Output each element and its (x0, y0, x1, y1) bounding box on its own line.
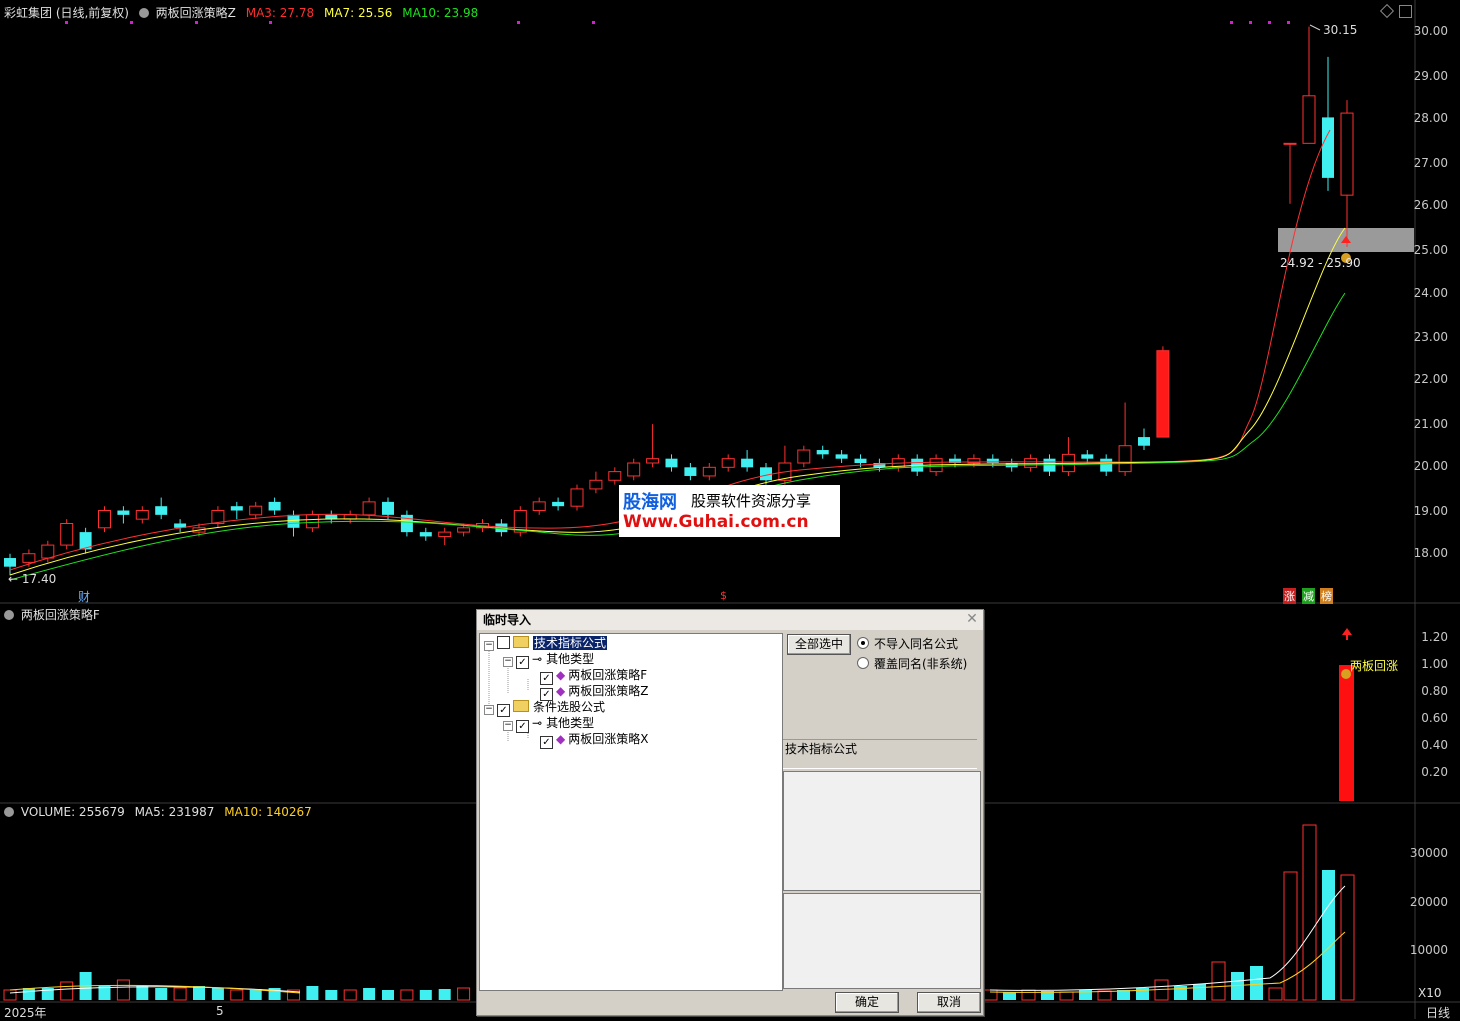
formula-icon: ◆ (556, 732, 566, 746)
vol-tick: 10000 (1409, 943, 1448, 957)
sub-tick: 0.40 (1421, 738, 1448, 752)
vol-ma10: MA10: 140267 (224, 805, 312, 819)
tree-label: 技术指标公式 (533, 636, 608, 650)
sub-panel-header: 两板回涨策略F (4, 606, 106, 623)
tree-label: 条件选股公式 (533, 700, 606, 714)
tree-label: 两板回涨策略Z (568, 684, 649, 698)
radio-label: 覆盖同名(非系统) (874, 657, 968, 671)
year-label: 2025年 (4, 1006, 47, 1020)
high-price-label: 30.15 (1323, 23, 1358, 37)
price-tick: 20.00 (1413, 459, 1448, 473)
radio-overwrite[interactable]: 覆盖同名(非系统) (857, 655, 967, 672)
vol-tick: 20000 (1409, 895, 1448, 909)
tree-node-other1[interactable]: − ✓ ⊸ 其他类型 (503, 651, 595, 669)
sub-tick: 1.20 (1421, 630, 1448, 644)
checkbox[interactable]: ✓ (516, 720, 529, 733)
sub-tick: 0.80 (1421, 684, 1448, 698)
sub-dropdown-icon[interactable] (4, 610, 14, 620)
import-dialog: 临时导入 ✕ − 技术指标公式 − ✓ ⊸ 其他类型 ✓ ◆ 两板回涨策略F ✓ ◆ 两板回涨策… (476, 609, 984, 1016)
collapse-icon[interactable]: − (484, 641, 494, 651)
type-groupbox: 技术指标公式 (783, 739, 977, 769)
watermark: 股海网 股票软件资源分享 Www.Guhai.com.cn (619, 485, 840, 537)
price-tick: 24.00 (1413, 286, 1448, 300)
low-price-value: 17.40 (21, 572, 57, 586)
radio-icon[interactable] (857, 657, 869, 669)
signal-label: 两板回涨 (1350, 659, 1399, 673)
folder-icon (513, 700, 529, 712)
watermark-url: Www.Guhai.com.cn (623, 512, 809, 532)
cai-marker[interactable]: 财 (78, 588, 90, 605)
select-all-button[interactable]: 全部选中 (787, 634, 851, 655)
price-tick: 19.00 (1413, 504, 1448, 518)
tree-node-tech[interactable]: − 技术指标公式 (484, 635, 608, 651)
dialog-titlebar[interactable]: 临时导入 ✕ (477, 610, 983, 630)
vol-ma5: MA5: 231987 (134, 805, 215, 819)
tree-label: 其他类型 (546, 716, 595, 730)
period-label[interactable]: 日线 (1426, 1004, 1450, 1021)
radio-label: 不导入同名公式 (874, 637, 959, 651)
price-tick: 26.00 (1413, 198, 1448, 212)
watermark-tag: 股票软件资源分享 (691, 492, 812, 510)
month-label: 5 (216, 1004, 224, 1018)
dialog-title: 临时导入 (483, 613, 532, 627)
volume-header: VOLUME: 255679 MA5: 231987 MA10: 140267 (4, 805, 318, 819)
checkbox[interactable] (497, 636, 510, 649)
low-price-label: ← 17.40 (8, 572, 57, 586)
sub-tick: 1.00 (1421, 657, 1448, 671)
type-label: 技术指标公式 (785, 742, 858, 756)
volume-unit: X10 (1418, 986, 1442, 1000)
price-tick: 27.00 (1413, 156, 1448, 170)
checkbox[interactable]: ✓ (516, 656, 529, 669)
formula-tree: − 技术指标公式 − ✓ ⊸ 其他类型 ✓ ◆ 两板回涨策略F ✓ ◆ 两板回涨策略Z − ✓ 条件… (479, 633, 783, 991)
vol-dropdown-icon[interactable] (4, 807, 14, 817)
collapse-icon[interactable]: − (503, 721, 513, 731)
price-tick: 29.00 (1413, 69, 1448, 83)
tree-node-other2[interactable]: − ✓ ⊸ 其他类型 (503, 715, 595, 733)
price-tick: 23.00 (1413, 330, 1448, 344)
checkbox[interactable]: ✓ (540, 736, 553, 749)
volume-value: VOLUME: 255679 (20, 805, 125, 819)
folder-icon (513, 636, 529, 648)
vol-tick: 30000 (1409, 846, 1448, 860)
collapse-icon[interactable]: − (484, 705, 494, 715)
sub-tick: 0.60 (1421, 711, 1448, 725)
tree-node-x[interactable]: ✓ ◆ 两板回涨策略X (540, 731, 649, 749)
ok-button[interactable]: 确定 (835, 992, 899, 1013)
range-label: 24.92 - 25.90 (1280, 256, 1361, 270)
tree-label: 其他类型 (546, 652, 595, 666)
sub-tick: 0.20 (1421, 765, 1448, 779)
formula-icon: ◆ (556, 668, 566, 682)
key-icon: ⊸ (532, 716, 543, 730)
s-marker[interactable]: $ (720, 589, 727, 602)
formula-icon: ◆ (556, 684, 566, 698)
tree-node-z[interactable]: ✓ ◆ 两板回涨策略Z (540, 683, 649, 701)
tree-node-f[interactable]: ✓ ◆ 两板回涨策略F (540, 667, 648, 685)
price-tick: 28.00 (1413, 111, 1448, 125)
jian-marker[interactable]: 减 (1302, 588, 1315, 604)
collapse-icon[interactable]: − (503, 657, 513, 667)
radio-no-import[interactable]: 不导入同名公式 (857, 635, 958, 652)
price-tick: 21.00 (1413, 417, 1448, 431)
sub-panel-title[interactable]: 两板回涨策略F (21, 608, 100, 622)
close-icon[interactable]: ✕ (965, 612, 979, 626)
detail-box[interactable] (783, 893, 981, 989)
watermark-brand: 股海网 (623, 492, 677, 513)
cancel-button[interactable]: 取消 (917, 992, 981, 1013)
tree-label: 两板回涨策略X (568, 732, 649, 746)
zhang-marker[interactable]: 涨 (1283, 588, 1296, 604)
price-tick: 22.00 (1413, 372, 1448, 386)
price-tick: 25.00 (1413, 243, 1448, 257)
tree-node-select[interactable]: − ✓ 条件选股公式 (484, 699, 606, 717)
description-box[interactable] (783, 771, 981, 891)
key-icon: ⊸ (532, 652, 543, 666)
price-tick: 18.00 (1413, 546, 1448, 560)
bang-marker[interactable]: 榜 (1320, 588, 1333, 604)
radio-icon[interactable] (857, 637, 869, 649)
tree-label: 两板回涨策略F (568, 668, 648, 682)
price-tick: 30.00 (1413, 24, 1448, 38)
